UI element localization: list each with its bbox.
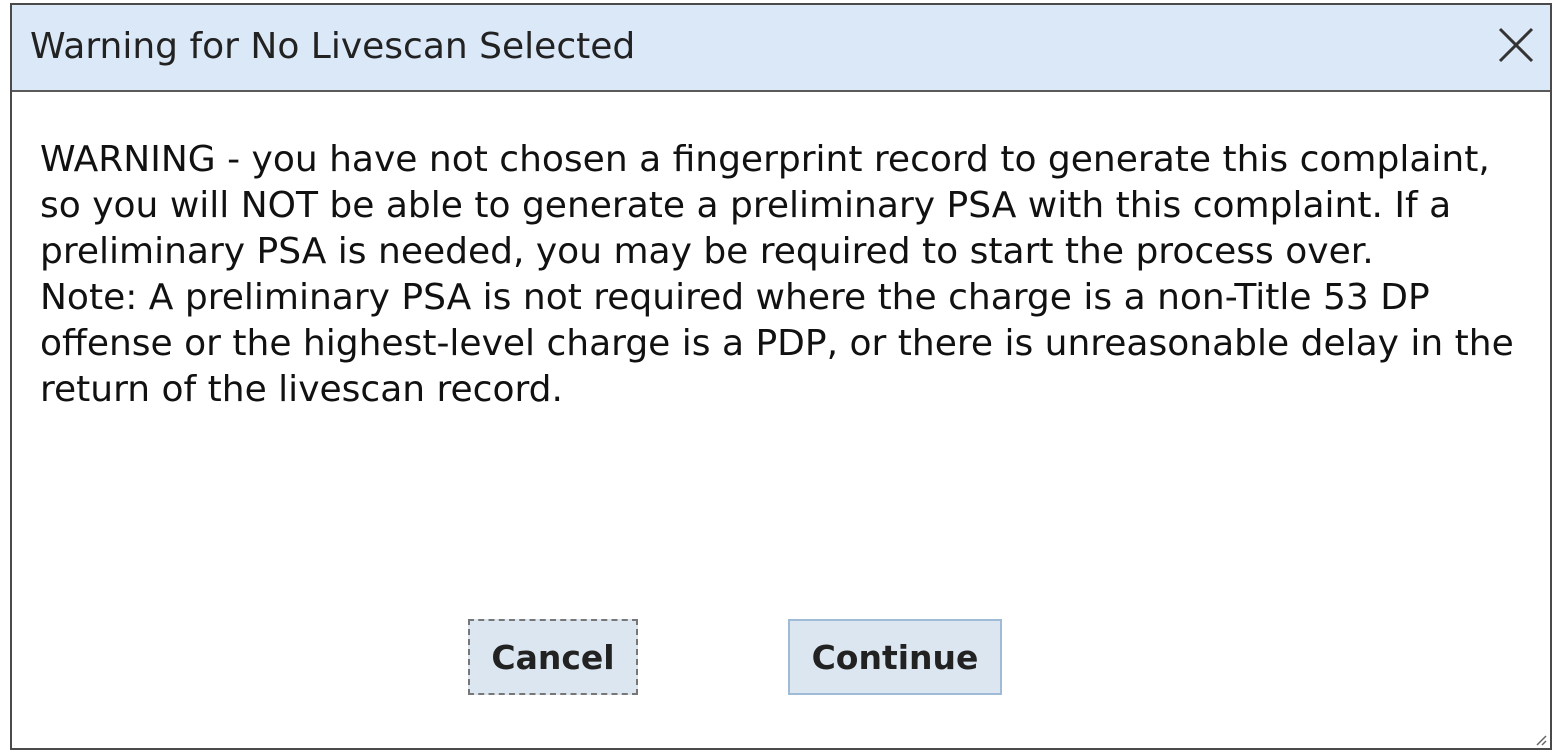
resize-grip-icon[interactable] [1534,732,1548,746]
continue-button[interactable]: Continue [788,619,1002,695]
warning-paragraph: WARNING - you have not chosen a fingerpr… [40,139,1490,272]
note-paragraph: Note: A preliminary PSA is not required … [40,277,1514,410]
dialog-message: WARNING - you have not chosen a fingerpr… [40,137,1530,413]
warning-dialog: Warning for No Livescan Selected WARNING… [10,3,1552,750]
dialog-titlebar[interactable]: Warning for No Livescan Selected [12,5,1550,92]
dialog-title: Warning for No Livescan Selected [30,26,636,67]
close-icon[interactable] [1494,23,1538,67]
cancel-button[interactable]: Cancel [468,619,638,695]
